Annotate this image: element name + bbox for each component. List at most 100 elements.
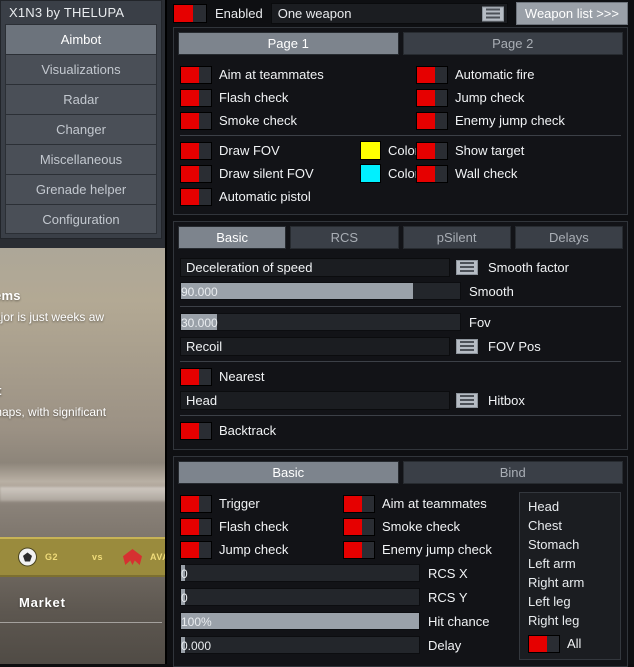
checkbox-all-hitboxes[interactable]: All [528,634,581,653]
tab-trigger-bind[interactable]: Bind [402,461,623,484]
trigger-tabrow: Basic Bind [174,457,627,488]
sidebar-item-aimbot[interactable]: Aimbot [5,24,157,54]
hitbox-dropdown[interactable]: Head [180,390,450,410]
hit-chance-value: 100% [181,615,212,629]
toggle-control[interactable] [416,141,448,160]
fov-label: Fov [469,314,491,330]
hit-chance-slider[interactable]: 100% [180,612,420,630]
toggle-control[interactable] [180,65,212,84]
toggle-control[interactable] [528,634,560,653]
toggle-control[interactable] [343,494,375,513]
sidebar-item-changer[interactable]: Changer [5,114,157,144]
option-row: Automatic pistol [180,185,360,208]
checkbox-draw-silent-fov[interactable]: Draw silent FOV [180,164,314,183]
hitbox-hamburger-icon[interactable] [456,392,478,408]
sidebar-item-radar[interactable]: Radar [5,84,157,114]
option-row: Aim at teammates [180,63,416,86]
color-picker-silent-fov[interactable]: Color [360,164,419,183]
hitbox-item-chest[interactable]: Chest [528,516,620,535]
hitbox-item-right-arm[interactable]: Right arm [528,573,620,592]
checkbox-trigger[interactable]: Trigger [180,494,260,513]
checkbox-flash-check[interactable]: Flash check [180,88,288,107]
rcs-y-slider[interactable]: 0 [180,588,420,606]
sidebar-item-miscellaneous[interactable]: Miscellaneous [5,144,157,174]
smooth-factor-dropdown[interactable]: Deceleration of speed [180,257,450,277]
checkbox-trigger-smoke-check[interactable]: Smoke check [343,517,460,536]
tab-basic[interactable]: Basic [178,226,287,249]
option-row: Jump check [180,538,343,561]
checkbox-draw-fov[interactable]: Draw FOV [180,141,280,160]
toggle-control[interactable] [180,494,212,513]
top-bar: Enabled One weapon Weapon list >>> [167,0,634,27]
hitbox-item-right-leg[interactable]: Right leg [528,611,620,630]
sidebar-item-grenade-helper[interactable]: Grenade helper [5,174,157,204]
color-picker-fov[interactable]: Color [360,141,419,160]
checkbox-smoke-check[interactable]: Smoke check [180,111,297,130]
fov-value: 30.000 [181,316,218,330]
smooth-slider[interactable]: 90.000 [180,282,461,300]
menu-hamburger-icon[interactable] [481,6,504,21]
sidebar-item-configuration[interactable]: Configuration [5,204,157,234]
delay-value: 0.000 [181,639,212,653]
rcs-x-slider[interactable]: 0 [180,564,420,582]
toggle-control[interactable] [180,141,212,160]
color-swatch-icon[interactable] [360,164,381,183]
toggle-control[interactable] [343,517,375,536]
enabled-toggle[interactable] [173,4,207,23]
weapon-list-button[interactable]: Weapon list >>> [515,2,628,25]
tab-psilent[interactable]: pSilent [402,226,511,249]
checkbox-automatic-fire[interactable]: Automatic fire [416,65,534,84]
divider [180,306,621,307]
checkbox-backtrack[interactable]: Backtrack [180,421,276,440]
tab-trigger-basic[interactable]: Basic [178,461,399,484]
trigger-body: Trigger Flash check Jump check Aim at te… [174,488,627,666]
toggle-control[interactable] [180,421,212,440]
tab-delays[interactable]: Delays [514,226,623,249]
smooth-factor-hamburger-icon[interactable] [456,259,478,275]
hitbox-item-left-arm[interactable]: Left arm [528,554,620,573]
checkbox-nearest[interactable]: Nearest [180,367,265,386]
sidebar-item-visualizations[interactable]: Visualizations [5,54,157,84]
option-row: Draw FOV [180,139,360,162]
checkbox-trigger-aim-at-teammates[interactable]: Aim at teammates [343,494,487,513]
toggle-control[interactable] [343,540,375,559]
toggle-control[interactable] [416,111,448,130]
toggle-control[interactable] [180,164,212,183]
checkbox-label: Flash check [219,519,289,534]
fov-pos-hamburger-icon[interactable] [456,338,478,354]
toggle-control[interactable] [180,517,212,536]
toggle-control[interactable] [180,367,212,386]
tab-rcs[interactable]: RCS [290,226,399,249]
checkbox-enemy-jump-check[interactable]: Enemy jump check [416,111,565,130]
hitbox-item-stomach[interactable]: Stomach [528,535,620,554]
toggle-control[interactable] [416,164,448,183]
toggle-control[interactable] [180,111,212,130]
hitbox-row: Head Hitbox [180,388,621,412]
checkbox-trigger-enemy-jump-check[interactable]: Enemy jump check [343,540,492,559]
tab-page-2[interactable]: Page 2 [402,32,623,55]
color-swatch-icon[interactable] [360,141,381,160]
tab-page-1[interactable]: Page 1 [178,32,399,55]
checkbox-trigger-flash-check[interactable]: Flash check [180,517,289,536]
weapon-mode-dropdown[interactable]: One weapon [270,3,508,24]
checkbox-trigger-jump-check[interactable]: Jump check [180,540,288,559]
fov-slider[interactable]: 30.000 [180,313,461,331]
checkbox-aim-at-teammates[interactable]: Aim at teammates [180,65,324,84]
background-band [0,487,170,501]
delay-row: 0.000 Delay [180,633,513,657]
checkbox-jump-check[interactable]: Jump check [416,88,524,107]
toggle-control[interactable] [180,187,212,206]
toggle-control[interactable] [180,540,212,559]
toggle-control[interactable] [416,65,448,84]
checkbox-show-target[interactable]: Show target [416,141,524,160]
fov-pos-dropdown[interactable]: Recoil [180,336,450,356]
checkbox-automatic-pistol[interactable]: Automatic pistol [180,187,311,206]
match-banner[interactable]: G2 vs AVA [0,537,170,577]
checkbox-wall-check[interactable]: Wall check [416,164,517,183]
hitbox-item-head[interactable]: Head [528,497,620,516]
hitbox-item-left-leg[interactable]: Left leg [528,592,620,611]
delay-slider[interactable]: 0.000 [180,636,420,654]
toggle-control[interactable] [180,88,212,107]
divider [180,415,621,416]
toggle-control[interactable] [416,88,448,107]
